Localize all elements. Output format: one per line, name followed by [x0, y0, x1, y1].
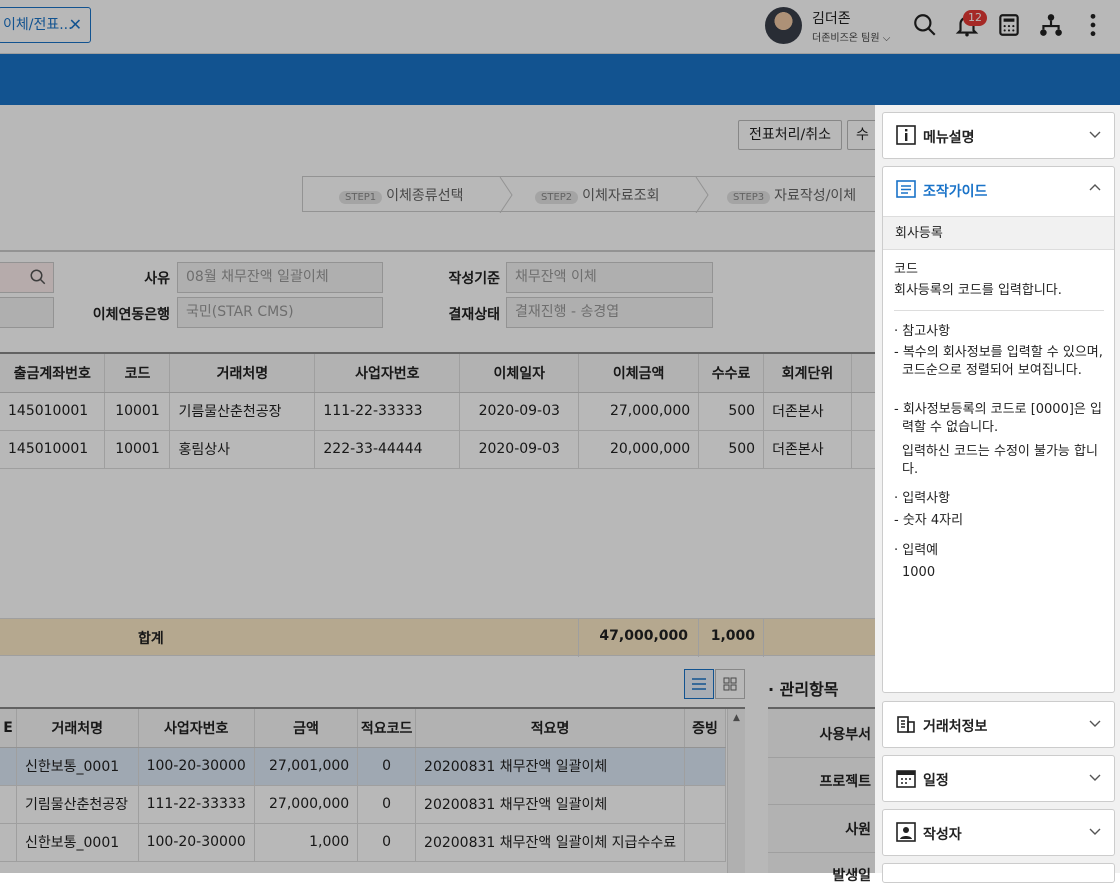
ref-item-2: - 회사정보등록의 코드로 [0000]은 입력할 수 없습니다. [894, 402, 1102, 435]
chevron-up-icon[interactable] [1088, 181, 1102, 195]
author-title: 작성자 [923, 827, 962, 843]
client-info-card[interactable]: 거래처정보 [882, 701, 1115, 748]
guide-list-icon [896, 180, 916, 198]
guide-card: 조작가이드 회사등록 코드 회사등록의 코드를 입력합니다. · 참고사항 - … [882, 166, 1115, 693]
next-card[interactable] [882, 863, 1115, 883]
schedule-card[interactable]: 일정 [882, 755, 1115, 802]
input-item-1: - 숫자 4자리 [894, 513, 964, 528]
info-icon [896, 125, 916, 145]
input-title: · 입력사항 [894, 491, 951, 506]
chevron-down-icon[interactable] [1088, 127, 1102, 141]
author-card[interactable]: 작성자 [882, 809, 1115, 856]
person-icon [896, 822, 916, 842]
building-icon [897, 716, 915, 733]
schedule-title: 일정 [923, 773, 949, 789]
code-desc: 회사등록의 코드를 입력합니다. [894, 283, 1062, 298]
ref-item-1: - 복수의 회사정보를 입력할 수 있으며, 코드순으로 정렬되어 보여집니다. [894, 345, 1103, 378]
client-info-title: 거래처정보 [923, 719, 988, 735]
ref-item-3: 입력하신 코드는 수정이 불가능 합니다. [902, 444, 1098, 477]
calendar-icon [896, 770, 916, 788]
chevron-down-icon[interactable] [1088, 770, 1102, 784]
chevron-down-icon[interactable] [1088, 824, 1102, 838]
example-title: · 입력예 [894, 543, 939, 558]
modal-overlay[interactable] [875, 0, 1120, 105]
guide-section-header: 회사등록 [883, 216, 1114, 250]
ref-title: · 참고사항 [894, 324, 951, 339]
example-value: 1000 [902, 565, 936, 580]
code-title: 코드 [894, 262, 918, 277]
menu-desc-title: 메뉴설명 [923, 130, 975, 146]
guide-title[interactable]: 조작가이드 [923, 181, 987, 201]
menu-desc-card[interactable]: 메뉴설명 [882, 112, 1115, 159]
modal-overlay[interactable] [0, 0, 875, 873]
chevron-down-icon[interactable] [1088, 716, 1102, 730]
